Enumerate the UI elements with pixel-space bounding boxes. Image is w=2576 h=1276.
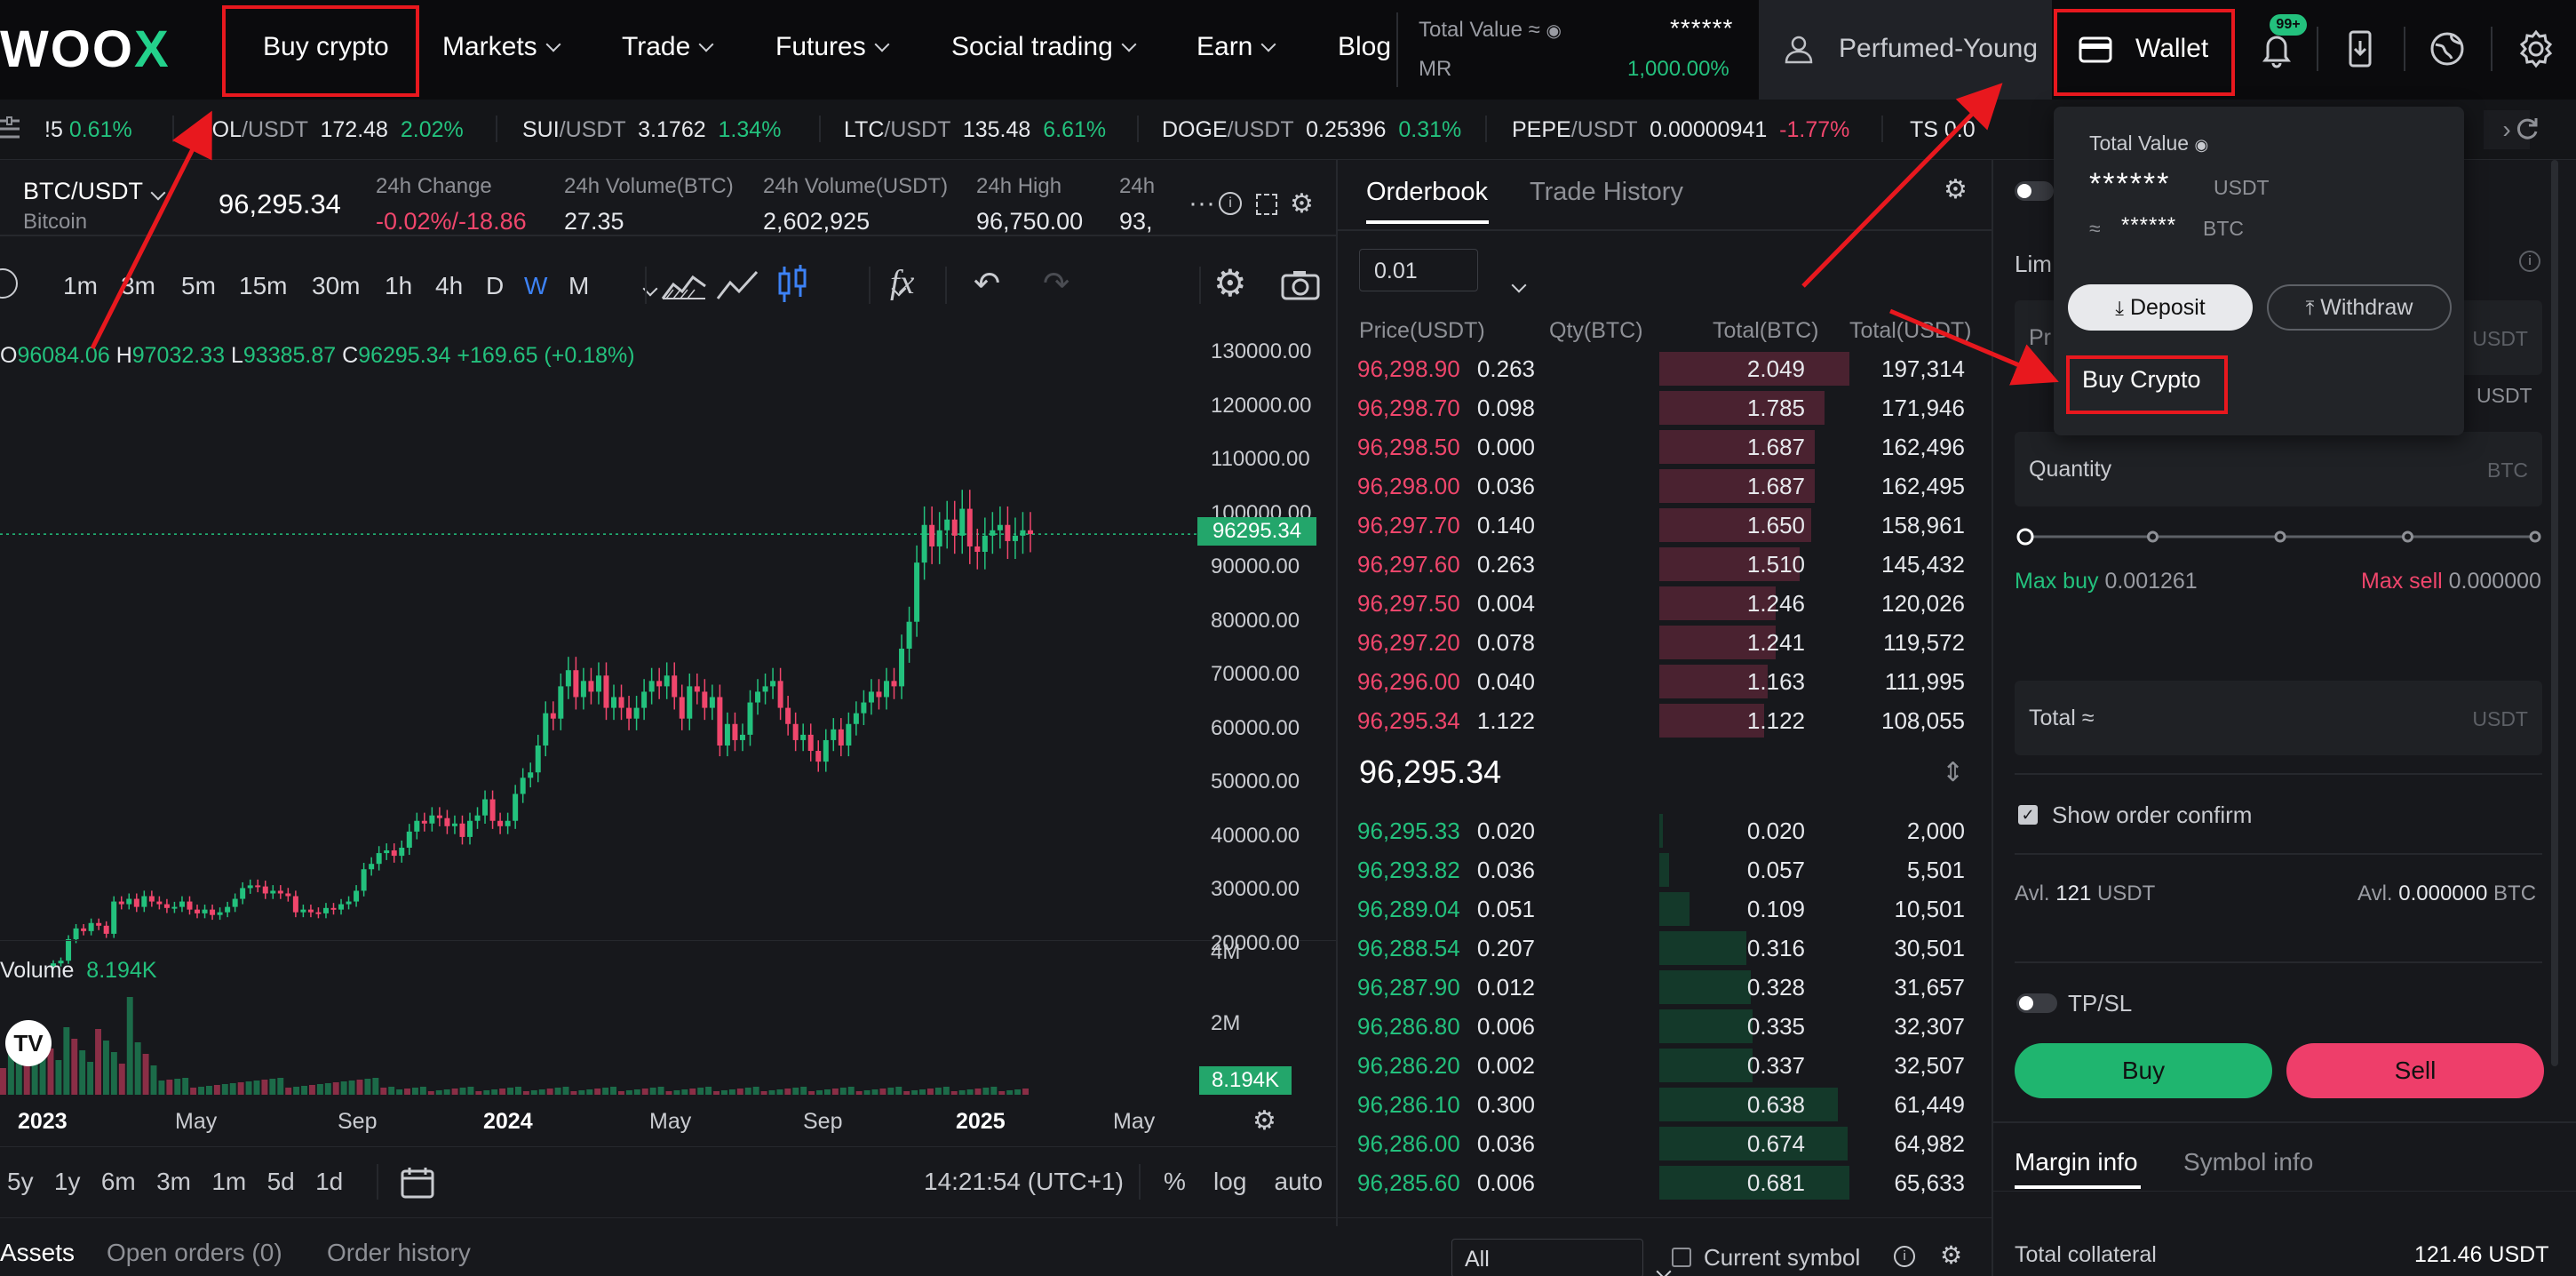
arrow-to-buy-crypto [90,110,212,350]
annotation-arrows [90,83,2059,386]
arrow-to-wallet [1801,83,2003,288]
arrow-to-buy-crypto-item [1889,308,2059,386]
